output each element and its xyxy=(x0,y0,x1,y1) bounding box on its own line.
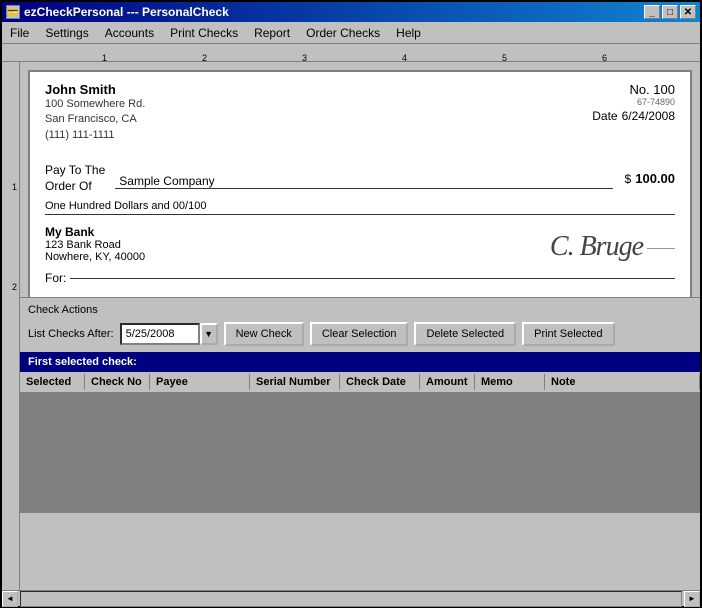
check-amount: 100.00 xyxy=(635,171,675,186)
main-window: 💳 ezCheckPersonal --- PersonalCheck _ □ … xyxy=(0,0,702,608)
menu-report[interactable]: Report xyxy=(246,24,298,42)
window-title: ezCheckPersonal --- PersonalCheck xyxy=(24,5,229,19)
ruler-mark-4: 4 xyxy=(402,53,407,63)
col-serial: Serial Number xyxy=(250,374,340,390)
check-for-row: For: xyxy=(45,271,675,285)
ruler-mark-5: 5 xyxy=(502,53,507,63)
ruler-mark-3: 3 xyxy=(302,53,307,63)
check-no-label: No. xyxy=(629,82,649,97)
title-bar: 💳 ezCheckPersonal --- PersonalCheck _ □ … xyxy=(2,2,700,22)
left-ruler-mark-1: 1 xyxy=(12,182,17,192)
check-date-row: Date 6/24/2008 xyxy=(592,109,675,123)
title-bar-controls: _ □ ✕ xyxy=(644,5,696,19)
dollar-sign: $ xyxy=(625,172,632,186)
ruler-mark-1: 1 xyxy=(102,53,107,63)
check-pay-row: Pay To The Order Of Sample Company $ 100… xyxy=(45,163,675,194)
minimize-button[interactable]: _ xyxy=(644,5,660,19)
clear-selection-button[interactable]: Clear Selection xyxy=(310,322,409,346)
check-address2: San Francisco, CA xyxy=(45,112,145,127)
menu-file[interactable]: File xyxy=(2,24,37,42)
main-area: 1 2 John Smith 100 Somewhere Rd. San Fra… xyxy=(2,62,700,590)
content-area: John Smith 100 Somewhere Rd. San Francis… xyxy=(20,62,700,590)
check-name: John Smith xyxy=(45,82,145,97)
check-document: John Smith 100 Somewhere Rd. San Francis… xyxy=(28,70,692,297)
check-date-value: 6/24/2008 xyxy=(622,109,675,123)
col-check-no: Check No xyxy=(85,374,150,390)
signature-area: C. Bruge —— xyxy=(550,230,675,263)
menu-settings[interactable]: Settings xyxy=(37,24,96,42)
left-ruler-mark-2: 2 xyxy=(12,282,17,292)
date-input[interactable] xyxy=(120,323,200,345)
check-number-block: No. 100 67-74890 Date 6/24/2008 xyxy=(592,82,675,143)
delete-selected-button[interactable]: Delete Selected xyxy=(414,322,516,346)
menu-order-checks[interactable]: Order Checks xyxy=(298,24,388,42)
left-ruler: 1 2 xyxy=(2,62,20,590)
menu-bar: File Settings Accounts Print Checks Repo… xyxy=(2,22,700,44)
maximize-button[interactable]: □ xyxy=(662,5,678,19)
check-header: John Smith 100 Somewhere Rd. San Francis… xyxy=(45,82,675,143)
check-no-value: 100 xyxy=(653,82,675,97)
check-actions-section: Check Actions List Checks After: ▼ New C… xyxy=(20,297,700,352)
col-amount: Amount xyxy=(420,374,475,390)
for-line xyxy=(70,278,675,279)
table-header: Selected Check No Payee Serial Number Ch… xyxy=(20,372,700,393)
menu-accounts[interactable]: Accounts xyxy=(97,24,162,42)
ruler-mark-6: 6 xyxy=(602,53,607,63)
check-payee: Sample Company xyxy=(115,169,612,189)
bank-address2: Nowhere, KY, 40000 xyxy=(45,251,145,263)
check-address1: 100 Somewhere Rd. xyxy=(45,97,145,112)
ruler-mark-2: 2 xyxy=(202,53,207,63)
scroll-track[interactable] xyxy=(20,591,682,607)
check-date-label: Date xyxy=(592,109,617,123)
col-payee: Payee xyxy=(150,374,250,390)
bank-address1: 123 Bank Road xyxy=(45,239,145,251)
ruler: 1 2 3 4 5 6 xyxy=(2,44,700,62)
app-icon: 💳 xyxy=(6,5,20,19)
for-label: For: xyxy=(45,271,66,285)
col-note: Note xyxy=(545,374,700,390)
title-bar-left: 💳 ezCheckPersonal --- PersonalCheck xyxy=(6,5,229,19)
col-selected: Selected xyxy=(20,374,85,390)
check-container: John Smith 100 Somewhere Rd. San Francis… xyxy=(20,62,700,297)
check-number: No. 100 xyxy=(592,82,675,97)
date-dropdown-button[interactable]: ▼ xyxy=(200,323,218,345)
scroll-right-button[interactable]: ► xyxy=(684,591,700,607)
close-button[interactable]: ✕ xyxy=(680,5,696,19)
table-container: Selected Check No Payee Serial Number Ch… xyxy=(20,372,700,591)
check-actions-title: Check Actions xyxy=(28,304,692,316)
signature-text: C. Bruge xyxy=(550,231,643,263)
check-actions-row: List Checks After: ▼ New Check Clear Sel… xyxy=(28,322,692,346)
pay-to-label-block: Pay To The Order Of xyxy=(45,163,105,194)
check-amount-words: One Hundred Dollars and 00/100 xyxy=(45,200,675,215)
bottom-scroll-bar: ◄ ► xyxy=(2,590,700,606)
table-body xyxy=(20,393,700,513)
col-memo: Memo xyxy=(475,374,545,390)
check-bank-section: My Bank 123 Bank Road Nowhere, KY, 40000… xyxy=(45,225,675,263)
first-selected-header: First selected check: xyxy=(20,352,700,372)
scroll-left-button[interactable]: ◄ xyxy=(2,591,18,607)
menu-help[interactable]: Help xyxy=(388,24,429,42)
first-selected-title: First selected check: xyxy=(28,356,137,368)
list-checks-label: List Checks After: xyxy=(28,328,114,340)
signature-dash: —— xyxy=(647,239,675,255)
date-input-wrapper: ▼ xyxy=(120,323,218,345)
amount-block: $ 100.00 xyxy=(625,171,675,186)
new-check-button[interactable]: New Check xyxy=(224,322,304,346)
check-routing: 67-74890 xyxy=(592,97,675,107)
check-name-block: John Smith 100 Somewhere Rd. San Francis… xyxy=(45,82,145,143)
print-selected-button[interactable]: Print Selected xyxy=(522,322,614,346)
order-of-label: Order Of xyxy=(45,179,105,195)
bank-name: My Bank xyxy=(45,225,145,239)
bank-info: My Bank 123 Bank Road Nowhere, KY, 40000 xyxy=(45,225,145,263)
menu-print-checks[interactable]: Print Checks xyxy=(162,24,246,42)
col-check-date: Check Date xyxy=(340,374,420,390)
pay-to-label: Pay To The xyxy=(45,163,105,179)
check-phone: (111) 111-1111 xyxy=(45,128,145,143)
